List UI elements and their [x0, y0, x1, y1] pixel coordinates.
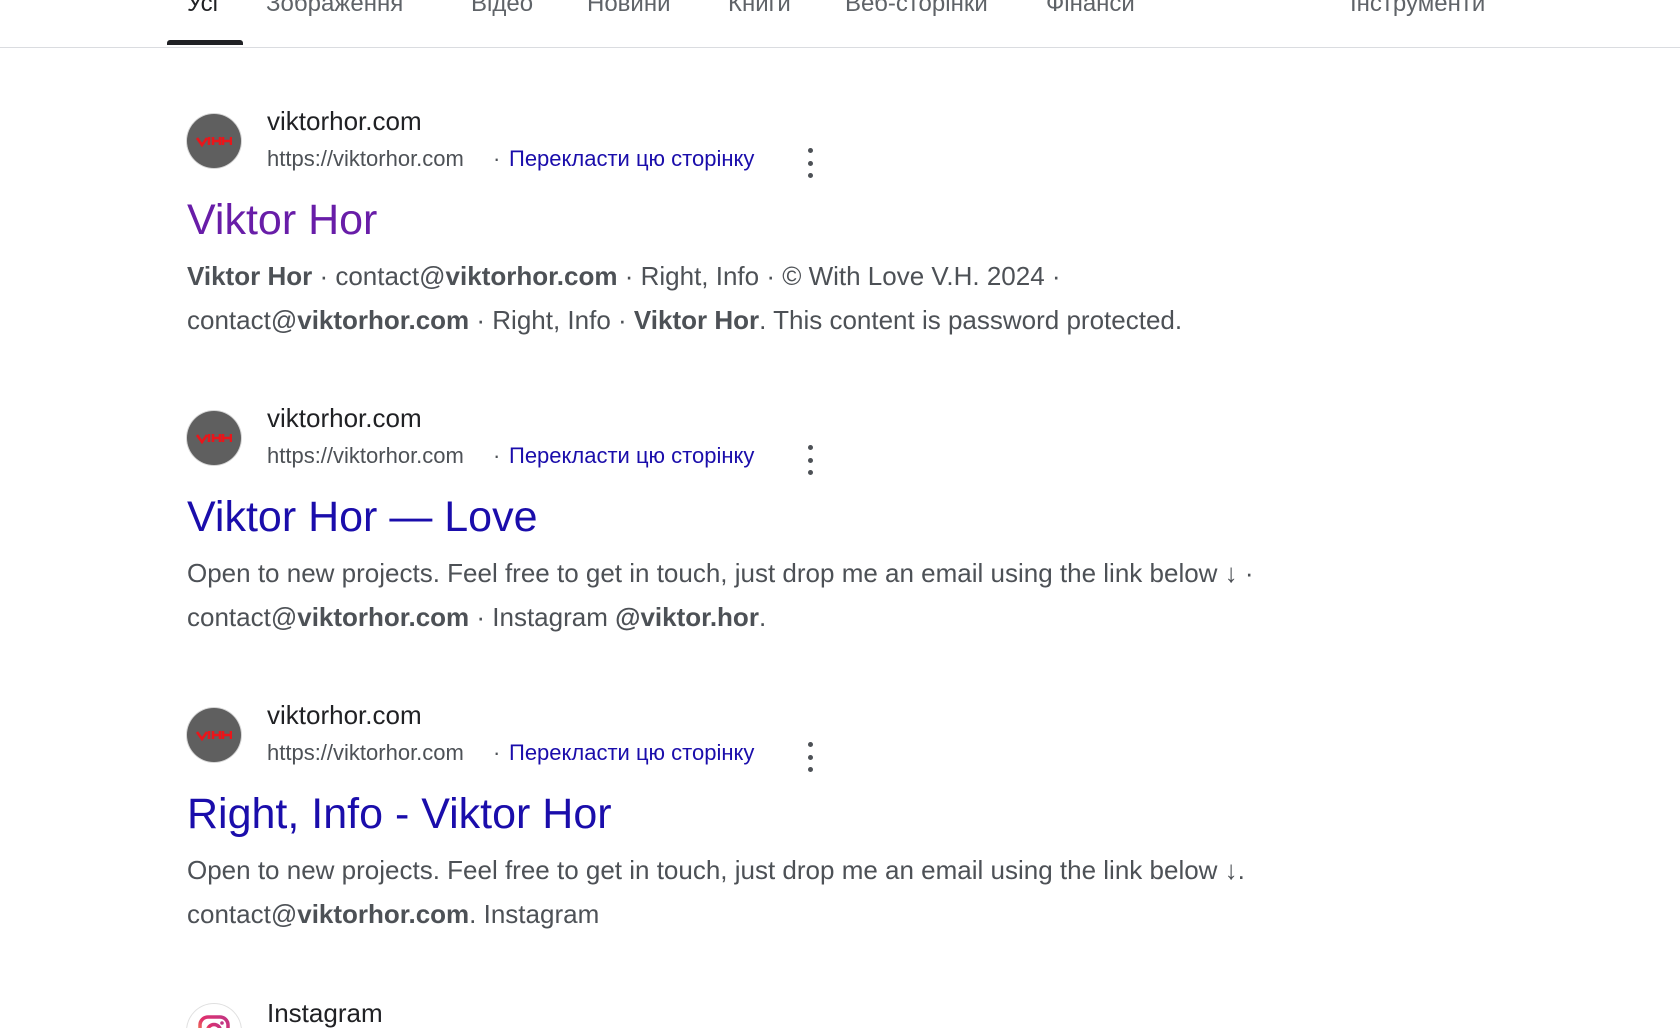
result-title-link[interactable]: Viktor Hor — Love: [187, 493, 538, 542]
tab-news[interactable]: Новини: [587, 0, 671, 22]
viktorhor-logo-icon[interactable]: [187, 411, 241, 465]
snippet-highlight: Viktor Hor: [187, 261, 313, 291]
result-url[interactable]: https://viktorhor.com: [267, 740, 464, 766]
result-site-name[interactable]: viktorhor.com: [267, 106, 422, 137]
more-vert-icon[interactable]: [800, 742, 820, 772]
tools-button[interactable]: Інструменти: [1350, 0, 1485, 22]
snippet-text: Open to new projects. Feel free to get i…: [187, 558, 1254, 588]
url-separator: ·: [493, 740, 501, 765]
result-site-name[interactable]: viktorhor.com: [267, 403, 422, 434]
more-vert-icon[interactable]: [800, 445, 820, 475]
snippet-highlight: viktorhor.com: [297, 602, 470, 632]
instagram-icon[interactable]: [187, 1004, 241, 1028]
url-separator: ·: [493, 443, 501, 468]
snippet-line: Viktor Hor · contact@viktorhor.com · Rig…: [187, 254, 1367, 298]
snippet-text: .: [758, 602, 767, 632]
translate-page-link[interactable]: Перекласти цю сторінку: [509, 146, 754, 172]
snippet-line: Open to new projects. Feel free to get i…: [187, 551, 1367, 595]
snippet-text: · Right, Info ·: [469, 305, 634, 335]
tab-video[interactable]: Відео: [471, 0, 533, 22]
snippet-text: contact@: [187, 305, 298, 335]
snippet-text: · contact@: [312, 261, 446, 291]
url-separator: ·: [493, 146, 501, 171]
snippet-line: contact@viktorhor.com. Instagram: [187, 892, 1367, 936]
snippet-highlight: viktorhor.com: [297, 899, 470, 929]
more-vert-icon[interactable]: [800, 148, 820, 178]
snippet-text: contact@: [187, 602, 298, 632]
viktorhor-logo-icon[interactable]: [187, 114, 241, 168]
result-snippet: Open to new projects. Feel free to get i…: [187, 848, 1367, 936]
tab-web[interactable]: Веб-сторінки: [845, 0, 988, 22]
tab-images[interactable]: Зображення: [266, 0, 403, 22]
result-title-link[interactable]: Viktor Hor: [187, 196, 377, 245]
search-tabs-bar: Усі Зображення Відео Новини Книги Веб-ст…: [0, 0, 1680, 48]
snippet-highlight: Viktor Hor: [633, 305, 760, 335]
snippet-text: contact@: [187, 899, 298, 929]
snippet-highlight: viktorhor.com: [445, 261, 618, 291]
snippet-text: . Instagram: [469, 899, 600, 929]
tab-all[interactable]: Усі: [187, 0, 218, 22]
snippet-text: · Right, Info · © With Love V.H. 2024 ·: [617, 261, 1061, 291]
snippet-line: contact@viktorhor.com · Instagram @vikto…: [187, 595, 1367, 639]
result-snippet: Open to new projects. Feel free to get i…: [187, 551, 1367, 639]
translate-page-link[interactable]: Перекласти цю сторінку: [509, 740, 754, 766]
snippet-line: Open to new projects. Feel free to get i…: [187, 848, 1367, 892]
result-url[interactable]: https://viktorhor.com: [267, 146, 464, 172]
active-tab-indicator: [167, 40, 243, 45]
snippet-highlight: @viktor.hor: [615, 602, 759, 632]
result-site-name[interactable]: viktorhor.com: [267, 700, 422, 731]
search-results-page: Усі Зображення Відео Новини Книги Веб-ст…: [0, 0, 1680, 1028]
snippet-line: contact@viktorhor.com · Right, Info · Vi…: [187, 298, 1367, 342]
snippet-text: · Instagram: [469, 602, 616, 632]
snippet-text: . This content is password protected.: [759, 305, 1183, 335]
result-snippet: Viktor Hor · contact@viktorhor.com · Rig…: [187, 254, 1367, 342]
result-url[interactable]: https://viktorhor.com: [267, 443, 464, 469]
snippet-text: Open to new projects. Feel free to get i…: [187, 855, 1245, 885]
result-site-name[interactable]: Instagram: [267, 998, 383, 1028]
snippet-highlight: viktorhor.com: [297, 305, 470, 335]
translate-page-link[interactable]: Перекласти цю сторінку: [509, 443, 754, 469]
viktorhor-logo-icon[interactable]: [187, 708, 241, 762]
result-title-link[interactable]: Right, Info - Viktor Hor: [187, 790, 612, 839]
tab-books[interactable]: Книги: [728, 0, 791, 22]
tab-finance[interactable]: Фінанси: [1046, 0, 1135, 22]
